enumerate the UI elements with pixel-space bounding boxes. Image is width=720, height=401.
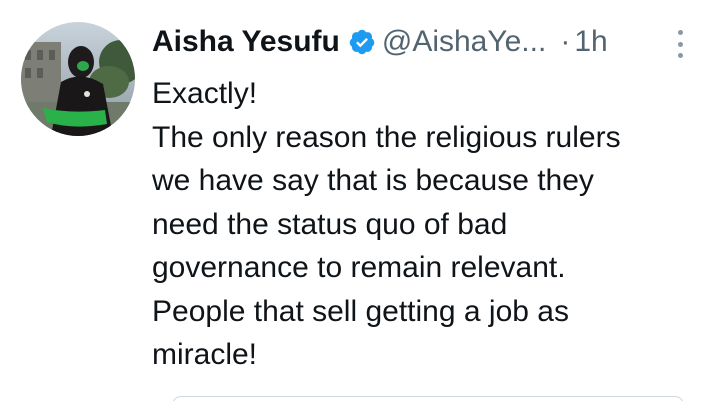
more-dot xyxy=(677,30,683,35)
tweet-text-line: miracle! xyxy=(152,338,258,371)
verified-badge-icon xyxy=(348,28,376,56)
tweet-text-line: Exactly! xyxy=(152,77,258,110)
separator-dot: · xyxy=(560,25,571,58)
tweet[interactable]: Aisha Yesufu @AishaYe... · 1h Exactly! T… xyxy=(0,0,720,401)
tweet-text-line: we have say that is because they xyxy=(152,164,594,197)
more-options-icon[interactable] xyxy=(668,30,692,58)
tweet-text: Exactly! The only reason the religious r… xyxy=(152,72,712,377)
avatar[interactable] xyxy=(21,22,135,136)
tweet-text-line: need the status quo of bad xyxy=(152,207,508,241)
tweet-text-line: The only reason the religious rulers xyxy=(152,120,621,154)
more-dot xyxy=(677,41,683,47)
avatar-image xyxy=(21,22,135,136)
tweet-header: Aisha Yesufu @AishaYe... · 1h xyxy=(152,22,608,62)
more-dot xyxy=(677,53,683,58)
tweet-text-line: governance to remain relevant. xyxy=(152,251,566,284)
tweet-text-line: People that sell getting a job as xyxy=(152,294,569,328)
author-name[interactable]: Aisha Yesufu xyxy=(152,25,340,59)
tweet-time[interactable]: 1h xyxy=(574,25,607,59)
author-handle[interactable]: @AishaYe... xyxy=(382,25,546,59)
embedded-card-edge[interactable] xyxy=(172,396,684,401)
